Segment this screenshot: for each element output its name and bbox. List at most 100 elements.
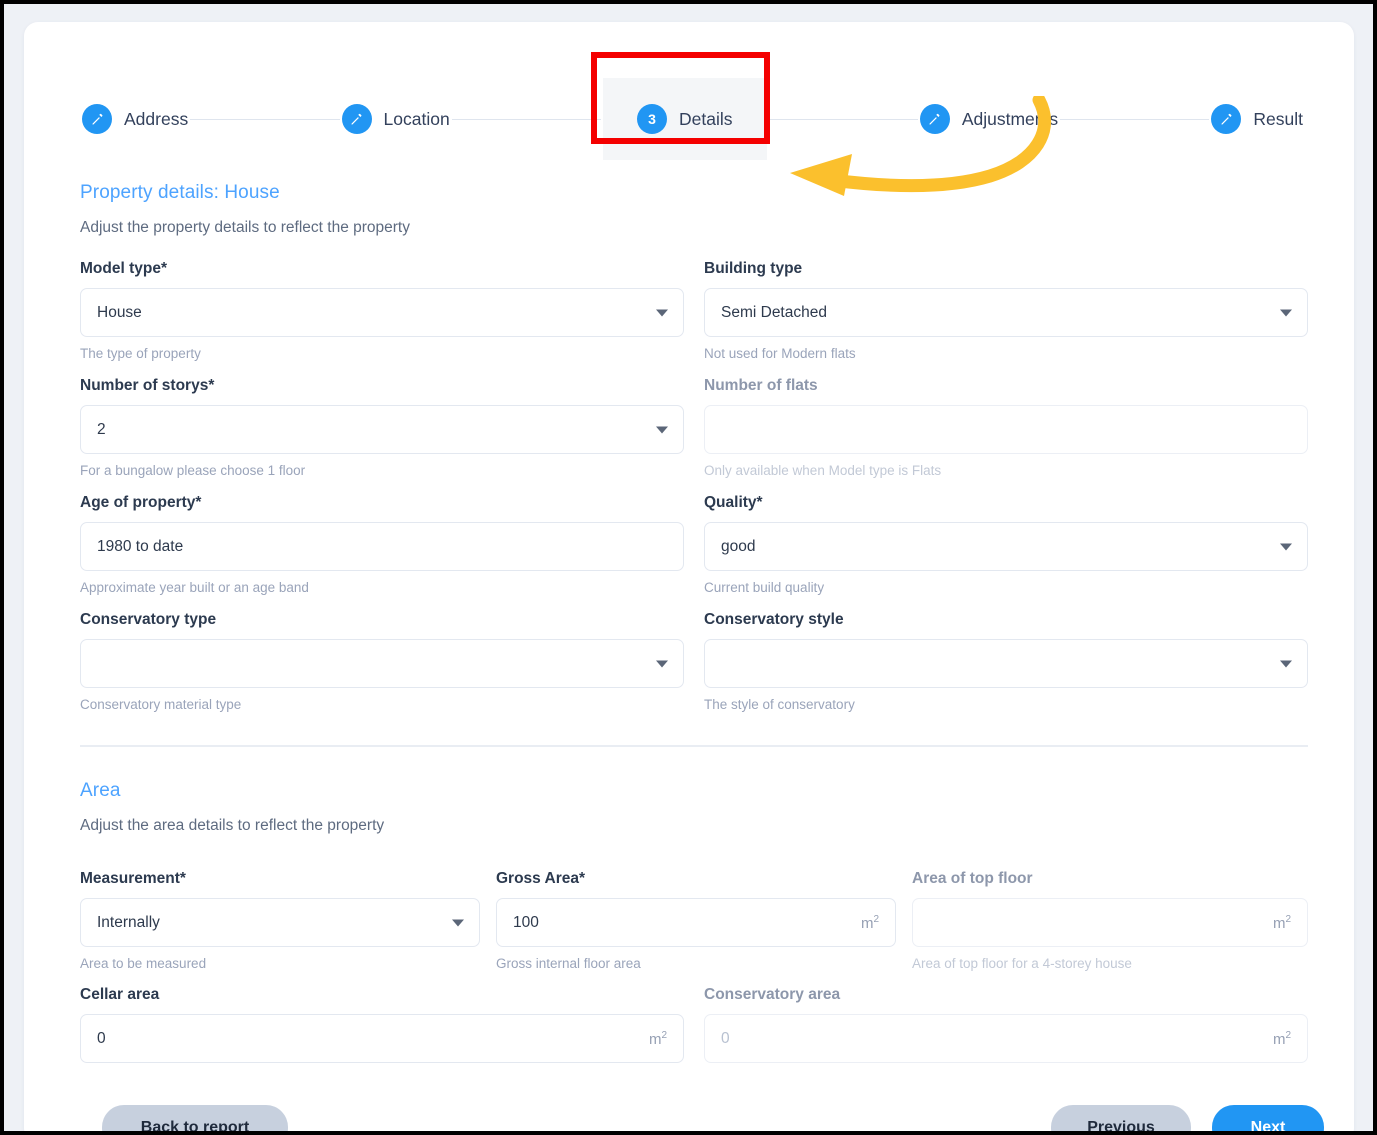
field-hint: For a bungalow please choose 1 floor — [80, 463, 306, 478]
unit-label: m2 — [1272, 913, 1291, 932]
field-building-type: Building type Semi Detached Not used for… — [704, 260, 1308, 361]
field-conservatory-area: Conservatory area 0 m2 — [704, 986, 1308, 1063]
field-value: Semi Detached — [721, 303, 827, 321]
chevron-down-icon — [656, 426, 668, 433]
previous-button[interactable]: Previous — [1051, 1105, 1191, 1131]
age-of-property-input[interactable]: 1980 to date — [80, 522, 684, 571]
field-measurement: Measurement* Internally Area to be measu… — [80, 870, 480, 971]
field-hint: Conservatory material type — [80, 697, 242, 712]
chevron-down-icon — [656, 309, 668, 316]
unit-label: m2 — [1272, 1029, 1291, 1048]
field-area-of-top-floor: Area of top floor m2 Area of top floor f… — [912, 870, 1308, 971]
field-model-type: Model type* House The type of property — [80, 260, 684, 361]
pencil-icon — [341, 104, 372, 134]
area-of-top-floor-input[interactable]: m2 — [912, 898, 1308, 947]
wizard-card: Address Location 3 Details Adjustments R… — [24, 22, 1354, 1131]
field-label: Conservatory type — [80, 611, 217, 628]
field-quality: Quality* good Current build quality — [704, 494, 1308, 595]
chevron-down-icon — [656, 660, 668, 667]
chevron-down-icon — [452, 919, 464, 926]
field-label: Number of flats — [704, 377, 818, 394]
field-label: Quality* — [704, 494, 763, 511]
field-cellar-area: Cellar area 0 m2 — [80, 986, 684, 1063]
step-label-address: Address — [124, 108, 189, 129]
quality-select[interactable]: good — [704, 522, 1308, 571]
conservatory-type-select[interactable] — [80, 639, 684, 688]
field-value: House — [97, 303, 142, 321]
field-hint: The style of conservatory — [704, 697, 855, 712]
conservatory-style-select[interactable] — [704, 639, 1308, 688]
field-hint: Gross internal floor area — [496, 956, 641, 971]
step-location[interactable]: Location — [340, 104, 452, 134]
field-conservatory-style: Conservatory style The style of conserva… — [704, 611, 1308, 712]
area-subtitle: Adjust the area details to reflect the p… — [80, 817, 385, 834]
model-type-select[interactable]: House — [80, 288, 684, 337]
field-label: Measurement* — [80, 870, 186, 887]
pencil-icon — [82, 104, 112, 134]
field-label: Number of storys* — [80, 377, 215, 394]
field-hint: Only available when Model type is Flats — [704, 463, 942, 478]
section-divider — [80, 745, 1308, 747]
chevron-down-icon — [1280, 543, 1292, 550]
conservatory-area-input[interactable]: 0 m2 — [704, 1014, 1308, 1063]
step-adjustments[interactable]: Adjustments — [918, 104, 1060, 134]
property-details-header: Property details: House Adjust the prope… — [80, 182, 410, 237]
step-label-details: Details — [679, 108, 733, 129]
field-value: good — [721, 537, 756, 555]
number-of-flats-input[interactable] — [704, 405, 1308, 454]
pencil-icon — [1211, 104, 1242, 134]
field-label: Age of property* — [80, 494, 202, 511]
area-title: Area — [80, 780, 121, 801]
step-label-result: Result — [1253, 108, 1304, 129]
next-button[interactable]: Next — [1212, 1105, 1324, 1131]
field-label: Gross Area* — [496, 870, 586, 887]
step-number-badge: 3 — [637, 104, 667, 134]
field-hint: Not used for Modern flats — [704, 346, 856, 361]
step-connector-1 — [190, 118, 340, 120]
field-value: 100 — [513, 913, 539, 931]
step-number: 3 — [648, 111, 656, 127]
field-label: Model type* — [80, 260, 167, 277]
field-hint: Approximate year built or an age band — [80, 580, 309, 595]
step-result[interactable]: Result — [1209, 104, 1305, 134]
field-label: Conservatory area — [704, 986, 841, 1003]
field-label: Cellar area — [80, 986, 160, 1003]
step-details[interactable]: 3 Details — [603, 78, 767, 160]
back-to-report-button[interactable]: Back to report — [102, 1105, 288, 1131]
field-value: 1980 to date — [97, 537, 184, 555]
step-label-location: Location — [383, 108, 450, 129]
number-of-storys-select[interactable]: 2 — [80, 405, 684, 454]
field-number-of-storys: Number of storys* 2 For a bungalow pleas… — [80, 377, 684, 478]
step-connector-4 — [1060, 118, 1210, 120]
wizard-stepper: Address Location 3 Details Adjustments R… — [80, 78, 1305, 160]
gross-area-input[interactable]: 100 m2 — [496, 898, 896, 947]
field-value: 0 — [721, 1029, 730, 1047]
field-hint: The type of property — [80, 346, 201, 361]
step-connector-3 — [768, 118, 918, 120]
area-header: Area Adjust the area details to reflect … — [80, 780, 384, 835]
field-value: 2 — [97, 420, 106, 438]
field-hint: Current build quality — [704, 580, 825, 595]
measurement-select[interactable]: Internally — [80, 898, 480, 947]
property-details-subtitle: Adjust the property details to reflect t… — [80, 219, 410, 236]
field-hint: Area of top floor for a 4-storey house — [912, 956, 1132, 971]
field-conservatory-type: Conservatory type Conservatory material … — [80, 611, 684, 712]
app-viewport: Address Location 3 Details Adjustments R… — [4, 4, 1373, 1131]
chevron-down-icon — [1280, 660, 1292, 667]
field-value: Internally — [97, 913, 160, 931]
step-address[interactable]: Address — [80, 104, 190, 134]
field-age-of-property: Age of property* 1980 to date Approximat… — [80, 494, 684, 595]
property-details-title: Property details: House — [80, 182, 280, 203]
field-label: Area of top floor — [912, 870, 1033, 887]
building-type-select[interactable]: Semi Detached — [704, 288, 1308, 337]
field-value: 0 — [97, 1029, 106, 1047]
field-gross-area: Gross Area* 100 m2 Gross internal floor … — [496, 870, 896, 971]
cellar-area-input[interactable]: 0 m2 — [80, 1014, 684, 1063]
pencil-icon — [919, 104, 950, 134]
field-label: Conservatory style — [704, 611, 844, 628]
field-hint: Area to be measured — [80, 956, 207, 971]
unit-label: m2 — [860, 913, 879, 932]
step-connector-2 — [451, 118, 601, 120]
field-label: Building type — [704, 260, 803, 277]
chevron-down-icon — [1280, 309, 1292, 316]
